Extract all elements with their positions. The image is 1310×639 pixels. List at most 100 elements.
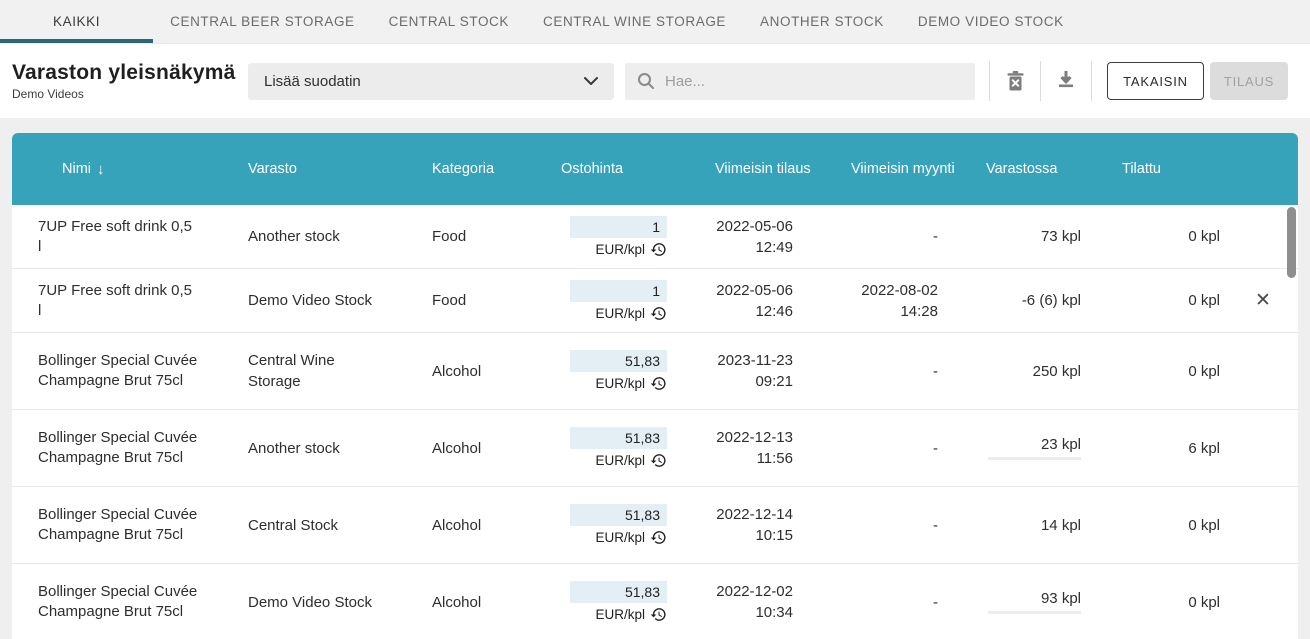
price-input[interactable]: 1: [570, 280, 667, 302]
product-name: Bollinger Special Cuvée Champagne Brut 7…: [38, 428, 198, 468]
last-order-date: 2022-12-14: [716, 504, 793, 525]
price-unit: EUR/kpl: [595, 607, 645, 622]
product-name: 7UP Free soft drink 0,5 l: [38, 281, 198, 321]
price-history-icon[interactable]: [650, 375, 667, 392]
ordered-value: 0 kpl: [1188, 292, 1220, 309]
column-header-ordered[interactable]: Tilattu: [1090, 161, 1228, 177]
tab-central-beer-storage[interactable]: CENTRAL BEER STORAGE: [153, 0, 372, 43]
ordered-value: 0 kpl: [1188, 594, 1220, 611]
tab-another-stock[interactable]: ANOTHER STOCK: [743, 0, 901, 43]
table-row[interactable]: 7UP Free soft drink 0,5 l Another stock …: [12, 205, 1298, 269]
product-name: Bollinger Special Cuvée Champagne Brut 7…: [38, 351, 198, 391]
column-header-last-sale[interactable]: Viimeisin myynti: [830, 161, 970, 177]
price-input[interactable]: 1: [570, 216, 667, 238]
price-unit: EUR/kpl: [595, 306, 645, 321]
ordered-value: 0 kpl: [1188, 517, 1220, 534]
column-header-category[interactable]: Kategoria: [408, 161, 552, 177]
price-history-icon[interactable]: [650, 305, 667, 322]
tab-kaikki[interactable]: KAIKKI: [0, 0, 153, 43]
price-history-icon[interactable]: [650, 529, 667, 546]
in-stock-value: 73 kpl: [1041, 228, 1081, 245]
column-header-name[interactable]: Nimi ↓: [12, 161, 228, 178]
last-order-date: 2023-11-23: [717, 350, 793, 371]
table-row[interactable]: Bollinger Special Cuvée Champagne Brut 7…: [12, 564, 1298, 639]
in-stock-value: 23 kpl: [1041, 436, 1081, 453]
last-sale-time: 14:28: [900, 301, 938, 322]
in-stock-value: 93 kpl: [1041, 590, 1081, 607]
warehouse-name: Demo Video Stock: [248, 290, 372, 311]
warehouse-name: Central Wine Storage: [248, 350, 376, 392]
table-scrollbar[interactable]: [1287, 207, 1296, 278]
category: Alcohol: [432, 363, 481, 380]
title-block: Varaston yleisnäkymä Demo Videos: [12, 61, 248, 101]
column-header-last-order[interactable]: Viimeisin tilaus: [672, 161, 830, 177]
table-row[interactable]: Bollinger Special Cuvée Champagne Brut 7…: [12, 487, 1298, 564]
last-order-time: 11:56: [757, 448, 793, 469]
trash-delete-icon: [1006, 71, 1025, 92]
last-order-date: 2022-12-02: [716, 581, 793, 602]
table-header-row: Nimi ↓ Varasto Kategoria Ostohinta Viime…: [12, 133, 1298, 205]
price-history-icon[interactable]: [650, 241, 667, 258]
page-subtitle: Demo Videos: [12, 87, 248, 101]
category: Alcohol: [432, 517, 481, 534]
search-icon: [637, 72, 655, 90]
sort-descending-icon: ↓: [97, 161, 105, 178]
category: Food: [432, 228, 466, 245]
ordered-value: 0 kpl: [1188, 363, 1220, 380]
back-button[interactable]: TAKAISIN: [1107, 62, 1204, 100]
chevron-down-icon: [584, 77, 598, 86]
row-close-icon[interactable]: ✕: [1255, 291, 1271, 310]
last-order-time: 10:15: [755, 525, 793, 546]
column-header-in-stock[interactable]: Varastossa: [970, 161, 1090, 177]
content-area: Nimi ↓ Varasto Kategoria Ostohinta Viime…: [0, 118, 1310, 639]
last-sale-date: -: [933, 361, 938, 382]
add-filter-label: Lisää suodatin: [264, 73, 361, 90]
ordered-value: 0 kpl: [1188, 228, 1220, 245]
table-row[interactable]: Bollinger Special Cuvée Champagne Brut 7…: [12, 410, 1298, 487]
product-name: Bollinger Special Cuvée Champagne Brut 7…: [38, 505, 198, 545]
price-history-icon[interactable]: [650, 452, 667, 469]
last-sale-date: -: [933, 592, 938, 613]
stock-level-bar: [988, 457, 1081, 460]
download-button[interactable]: [1041, 61, 1091, 101]
price-input[interactable]: 51,83: [570, 504, 667, 526]
tab-central-stock[interactable]: CENTRAL STOCK: [372, 0, 526, 43]
search-box[interactable]: [625, 63, 975, 100]
last-order-time: 10:34: [755, 602, 793, 623]
last-order-time: 09:21: [755, 371, 793, 392]
toolbar: Varaston yleisnäkymä Demo Videos Lisää s…: [0, 44, 1310, 118]
last-sale-date: -: [933, 226, 938, 247]
warehouse-name: Another stock: [248, 226, 340, 247]
warehouse-tabbar: KAIKKI CENTRAL BEER STORAGE CENTRAL STOC…: [0, 0, 1310, 44]
price-input[interactable]: 51,83: [570, 581, 667, 603]
column-header-warehouse[interactable]: Varasto: [228, 161, 408, 177]
add-filter-select[interactable]: Lisää suodatin: [248, 63, 614, 100]
last-sale-date: -: [933, 438, 938, 459]
product-name: Bollinger Special Cuvée Champagne Brut 7…: [38, 582, 198, 622]
price-history-icon[interactable]: [650, 606, 667, 623]
search-input[interactable]: [665, 73, 963, 90]
ordered-value: 6 kpl: [1188, 440, 1220, 457]
last-order-time: 12:49: [755, 237, 793, 258]
order-button[interactable]: TILAUS: [1210, 62, 1288, 100]
price-input[interactable]: 51,83: [570, 427, 667, 449]
table-row[interactable]: Bollinger Special Cuvée Champagne Brut 7…: [12, 333, 1298, 410]
price-unit: EUR/kpl: [595, 242, 645, 257]
column-header-purchase-price[interactable]: Ostohinta: [552, 161, 672, 177]
page-title: Varaston yleisnäkymä: [12, 61, 248, 85]
price-unit: EUR/kpl: [595, 530, 645, 545]
in-stock-value: -6 (6) kpl: [1022, 292, 1081, 309]
last-order-date: 2022-05-06: [716, 280, 793, 301]
in-stock-value: 250 kpl: [1033, 363, 1081, 380]
table-row[interactable]: 7UP Free soft drink 0,5 l Demo Video Sto…: [12, 269, 1298, 333]
warehouse-name: Demo Video Stock: [248, 592, 372, 613]
last-order-date: 2022-12-13: [716, 427, 793, 448]
price-unit: EUR/kpl: [595, 453, 645, 468]
last-order-time: 12:46: [755, 301, 793, 322]
tab-central-wine-storage[interactable]: CENTRAL WINE STORAGE: [526, 0, 743, 43]
inventory-table: Nimi ↓ Varasto Kategoria Ostohinta Viime…: [12, 133, 1298, 639]
clear-filters-trash-button[interactable]: [990, 61, 1040, 101]
warehouse-name: Another stock: [248, 438, 340, 459]
price-input[interactable]: 51,83: [570, 350, 667, 372]
tab-demo-video-stock[interactable]: DEMO VIDEO STOCK: [901, 0, 1081, 43]
